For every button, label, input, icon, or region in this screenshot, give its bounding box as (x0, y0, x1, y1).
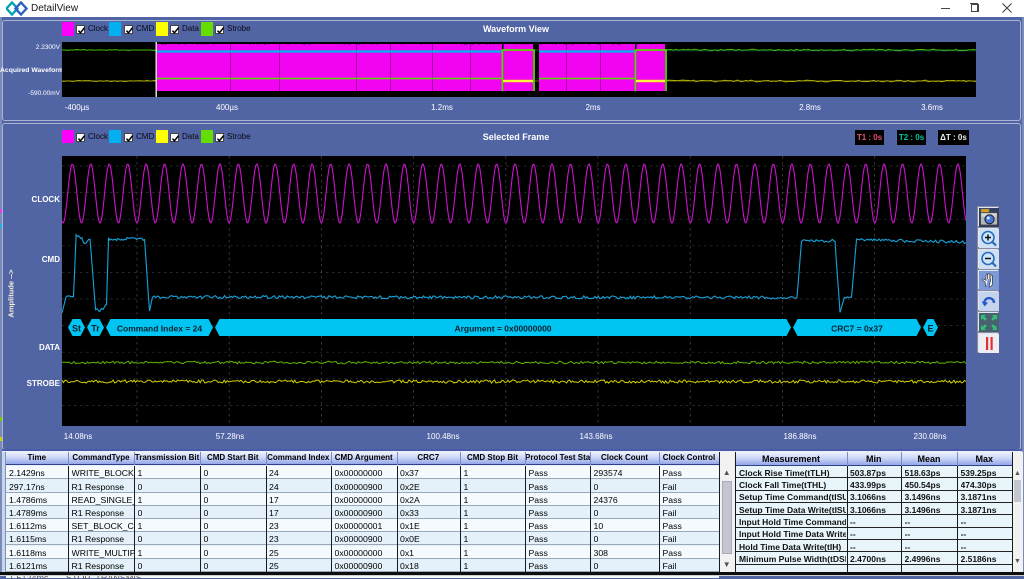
svg-text:Tr: Tr (91, 324, 100, 334)
svg-text:St: St (72, 324, 81, 334)
svg-text:Command Index = 24: Command Index = 24 (117, 324, 203, 334)
svg-text:CRC7 = 0x37: CRC7 = 0x37 (831, 324, 883, 334)
svg-text:E: E (927, 324, 933, 334)
svg-text:Argument = 0x00000000: Argument = 0x00000000 (454, 324, 551, 334)
